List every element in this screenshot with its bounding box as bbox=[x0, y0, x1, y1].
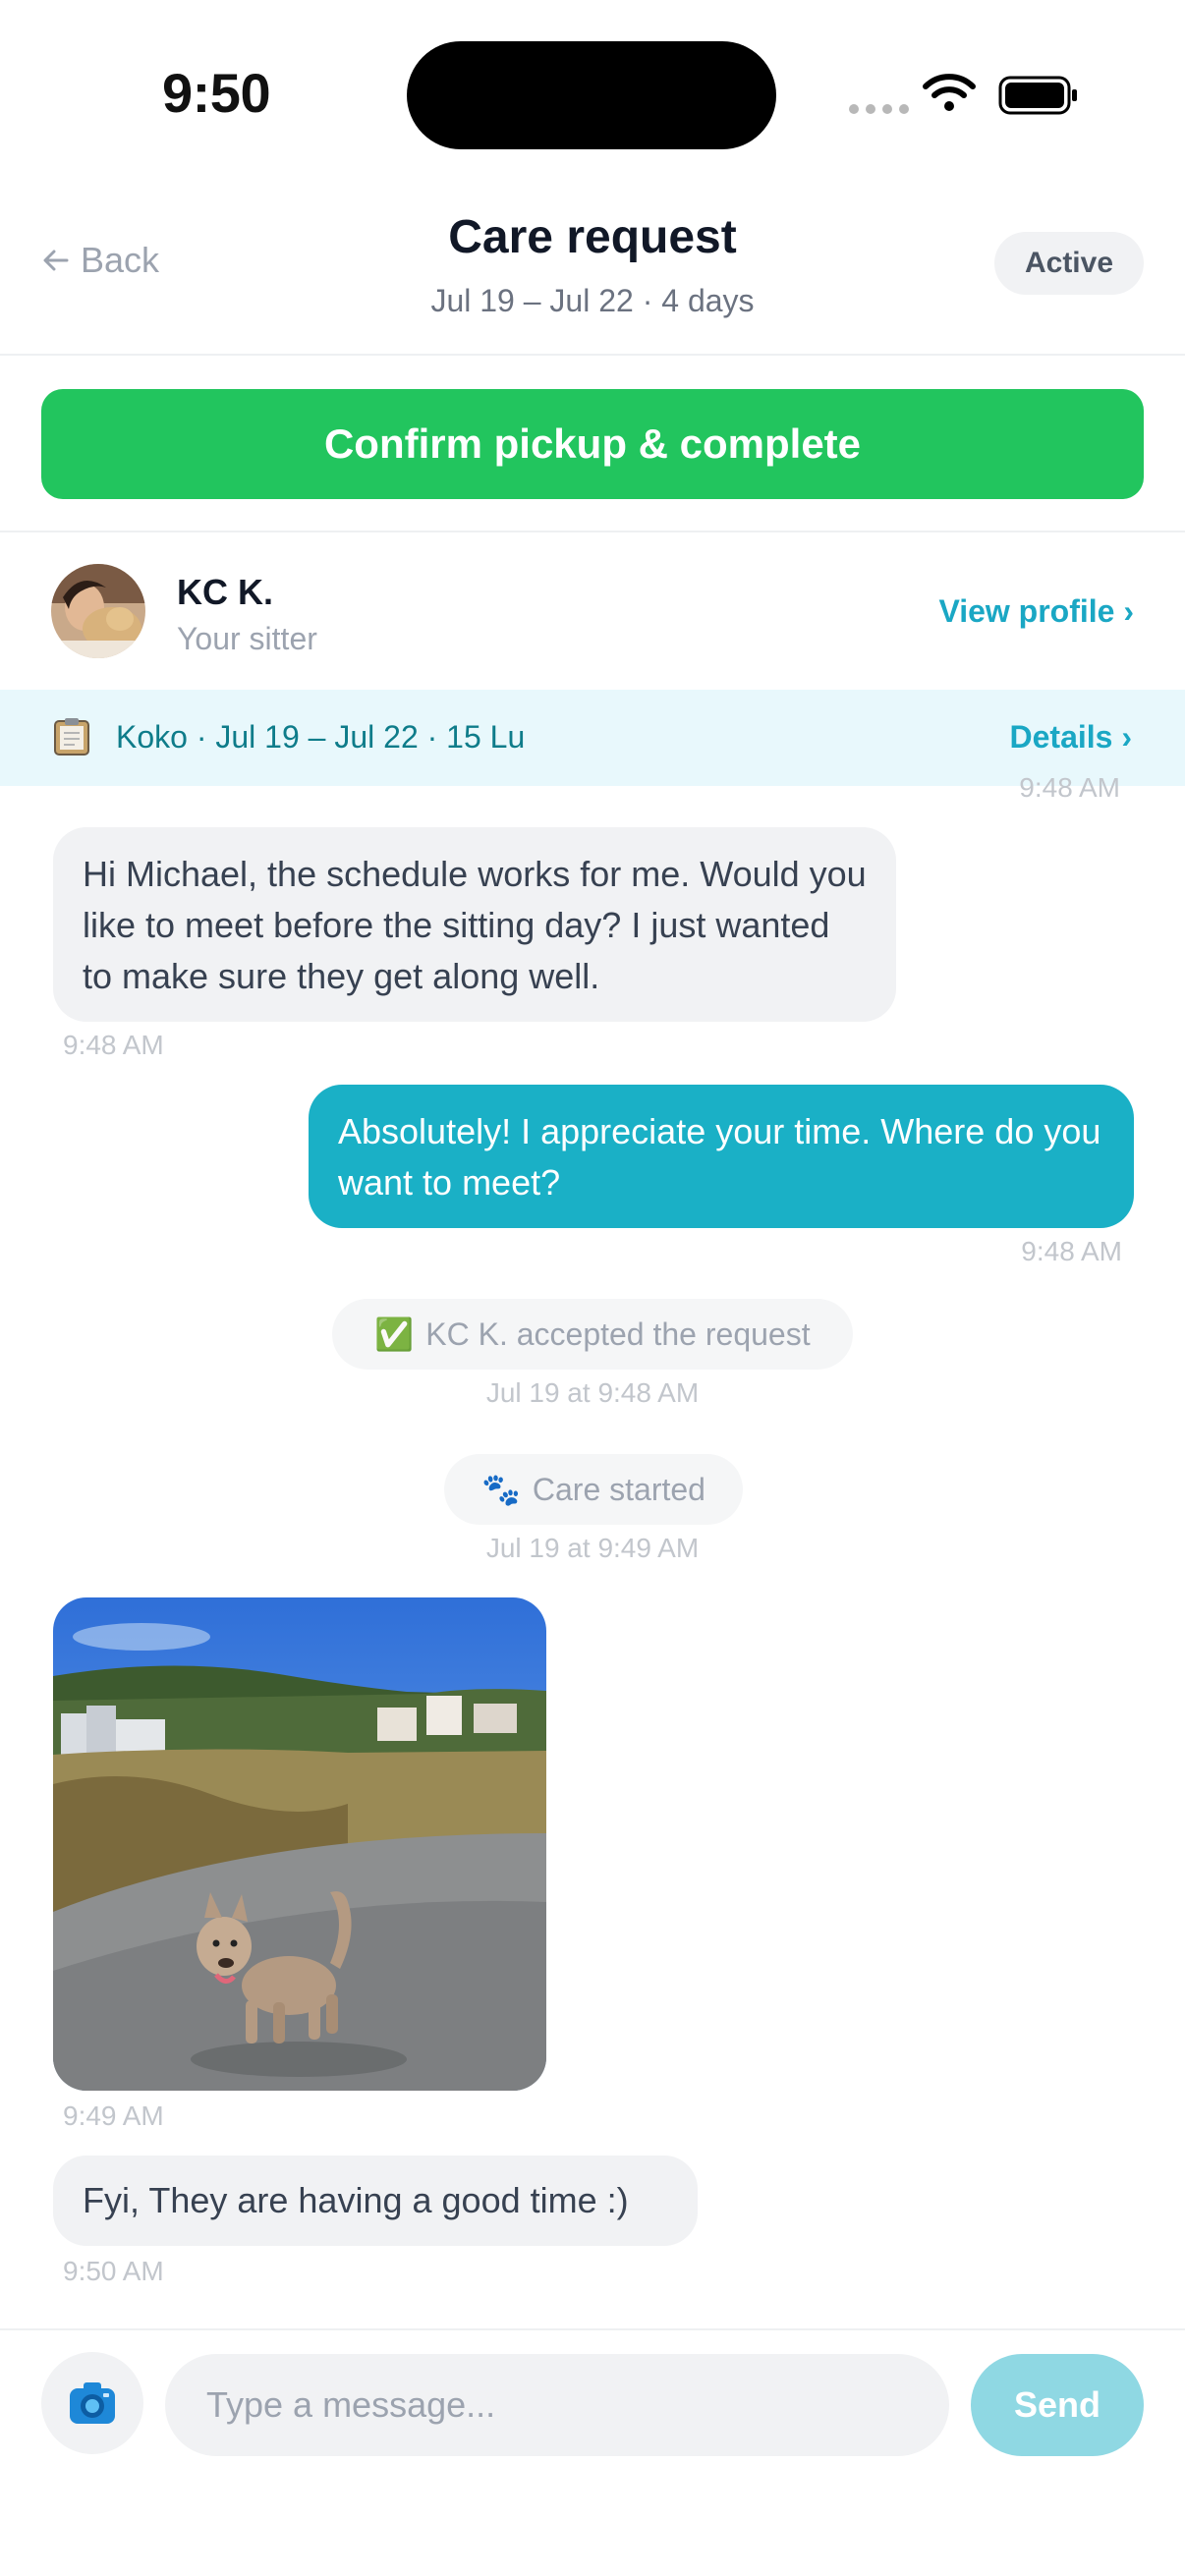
details-link[interactable]: Details › bbox=[1010, 719, 1132, 756]
system-event-timestamp: Jul 19 at 9:48 AM bbox=[485, 1377, 700, 1408]
confirm-pickup-button[interactable]: Confirm pickup & complete bbox=[41, 389, 1144, 499]
send-button[interactable]: Send bbox=[971, 2354, 1144, 2456]
system-event-care-started: 🐾 Care started bbox=[444, 1454, 743, 1525]
incoming-message-bubble: Fyi, They are having a good time :) bbox=[53, 2156, 698, 2246]
outgoing-message-bubble: Absolutely! I appreciate your time. Wher… bbox=[309, 1085, 1134, 1228]
paw-icon: 🐾 bbox=[481, 1472, 521, 1507]
cta-divider bbox=[0, 531, 1185, 532]
clipboard-icon bbox=[54, 718, 89, 756]
message-timestamp: 9:48 AM bbox=[1019, 772, 1120, 803]
sitter-name: KC K. bbox=[177, 572, 273, 612]
photo-message[interactable] bbox=[53, 1597, 546, 2091]
message-timestamp: 9:50 AM bbox=[63, 2256, 164, 2286]
sitter-avatar[interactable] bbox=[51, 564, 145, 658]
status-time: 9:50 bbox=[162, 62, 271, 124]
status-badge: Active bbox=[994, 232, 1144, 295]
incoming-message-bubble: Hi Michael, the schedule works for me. W… bbox=[53, 827, 896, 1022]
message-input[interactable] bbox=[165, 2354, 949, 2456]
view-profile-link[interactable]: View profile › bbox=[938, 593, 1134, 630]
sitter-role: Your sitter bbox=[177, 621, 317, 656]
system-event-timestamp: Jul 19 at 9:49 AM bbox=[485, 1533, 700, 1563]
message-timestamp: 9:49 AM bbox=[63, 2100, 164, 2131]
header-divider bbox=[0, 354, 1185, 356]
system-event-text: KC K. accepted the request bbox=[425, 1316, 811, 1352]
booking-summary: Koko · Jul 19 – Jul 22 · 15 Lu bbox=[116, 719, 526, 755]
cellular-signal-icon bbox=[849, 104, 909, 114]
dynamic-island bbox=[407, 41, 776, 149]
system-event-text: Care started bbox=[532, 1471, 705, 1507]
message-timestamp: 9:48 AM bbox=[1021, 1236, 1122, 1266]
battery-icon bbox=[998, 76, 1077, 115]
camera-button[interactable] bbox=[41, 2352, 143, 2454]
check-icon: ✅ bbox=[374, 1316, 415, 1352]
wifi-icon bbox=[923, 74, 976, 111]
composer-divider bbox=[0, 2328, 1185, 2330]
camera-icon bbox=[70, 2382, 115, 2424]
system-event-accepted: ✅ KC K. accepted the request bbox=[332, 1299, 853, 1370]
message-timestamp: 9:48 AM bbox=[63, 1030, 164, 1060]
